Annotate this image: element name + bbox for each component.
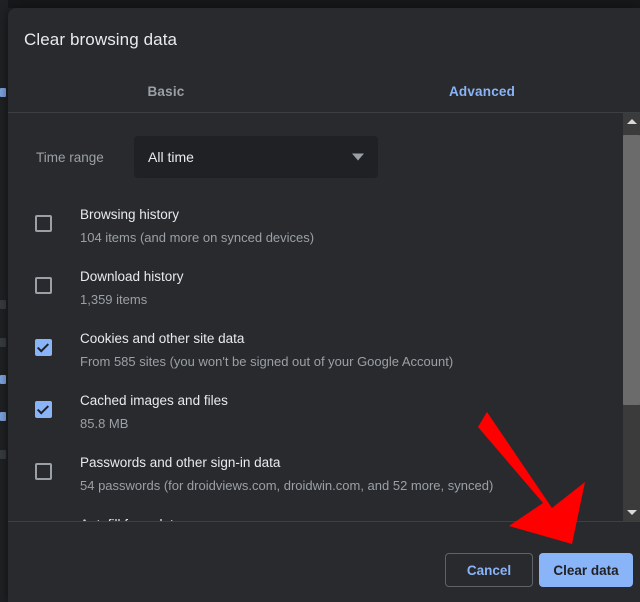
option-text: Browsing history 104 items (and more on …	[80, 201, 314, 249]
options-list: Browsing history 104 items (and more on …	[8, 193, 640, 521]
option-text: Passwords and other sign-in data 54 pass…	[80, 449, 493, 497]
dialog-scrollbar[interactable]	[623, 113, 640, 521]
clear-data-button[interactable]: Clear data	[539, 553, 633, 587]
tab-basic[interactable]: Basic	[8, 70, 324, 112]
tab-advanced[interactable]: Advanced	[324, 70, 640, 112]
background-left-strip	[0, 0, 8, 602]
clear-browsing-data-dialog: Clear browsing data Basic Advanced Time …	[8, 8, 640, 602]
option-title: Download history	[80, 269, 184, 284]
clear-data-button-label: Clear data	[553, 562, 619, 578]
option-title: Cookies and other site data	[80, 331, 245, 346]
time-range-select[interactable]: All time	[134, 136, 378, 178]
background-top-strip	[0, 0, 640, 8]
scroll-up-arrow-glyph	[626, 119, 637, 124]
cancel-button[interactable]: Cancel	[445, 553, 533, 587]
option-subtitle: 1,359 items	[80, 292, 148, 307]
option-subtitle: 104 items (and more on synced devices)	[80, 230, 315, 245]
time-range-value: All time	[148, 149, 194, 165]
scroll-up-arrow-icon[interactable]	[623, 113, 640, 130]
tab-advanced-label: Advanced	[448, 83, 516, 99]
option-subtitle: From 585 sites (you won't be signed out …	[80, 354, 454, 369]
dialog-title: Clear browsing data	[24, 30, 178, 49]
dialog-footer: Cancel Clear data	[8, 522, 640, 602]
dialog-body: Time range All time Browsing history 104…	[8, 113, 640, 521]
option-row-browsing-history[interactable]: Browsing history 104 items (and more on …	[8, 193, 640, 255]
checkbox-download-history[interactable]	[35, 277, 52, 294]
scroll-down-arrow-icon[interactable]	[623, 504, 640, 521]
option-text: Cookies and other site data From 585 sit…	[80, 325, 453, 373]
option-row-autofill[interactable]: Autofill form data	[8, 503, 640, 521]
option-subtitle: 54 passwords (for droidviews.com, droidw…	[80, 478, 494, 493]
option-subtitle: 85.8 MB	[80, 416, 129, 431]
option-row-passwords[interactable]: Passwords and other sign-in data 54 pass…	[8, 441, 640, 503]
option-title: Browsing history	[80, 207, 180, 222]
option-row-download-history[interactable]: Download history 1,359 items	[8, 255, 640, 317]
chevron-down-icon	[352, 153, 364, 161]
tab-bar: Basic Advanced	[8, 70, 640, 112]
checkbox-browsing-history[interactable]	[35, 215, 52, 232]
cancel-button-label: Cancel	[466, 562, 512, 578]
option-row-cached-images[interactable]: Cached images and files 85.8 MB	[8, 379, 640, 441]
checkbox-cookies[interactable]	[35, 339, 52, 356]
option-text: Autofill form data	[80, 511, 181, 521]
option-title: Cached images and files	[80, 393, 228, 408]
time-range-row: Time range All time	[8, 131, 640, 183]
option-row-cookies[interactable]: Cookies and other site data From 585 sit…	[8, 317, 640, 379]
scroll-down-arrow-glyph	[626, 510, 637, 515]
tab-basic-label: Basic	[147, 83, 185, 99]
option-text: Download history 1,359 items	[80, 263, 184, 311]
screen: Clear browsing data Basic Advanced Time …	[0, 0, 640, 602]
time-range-label: Time range	[36, 149, 104, 165]
checkbox-cached-images[interactable]	[35, 401, 52, 418]
option-text: Cached images and files 85.8 MB	[80, 387, 228, 435]
scrollbar-thumb[interactable]	[623, 135, 640, 405]
checkbox-passwords[interactable]	[35, 463, 52, 480]
option-title: Passwords and other sign-in data	[80, 455, 281, 470]
